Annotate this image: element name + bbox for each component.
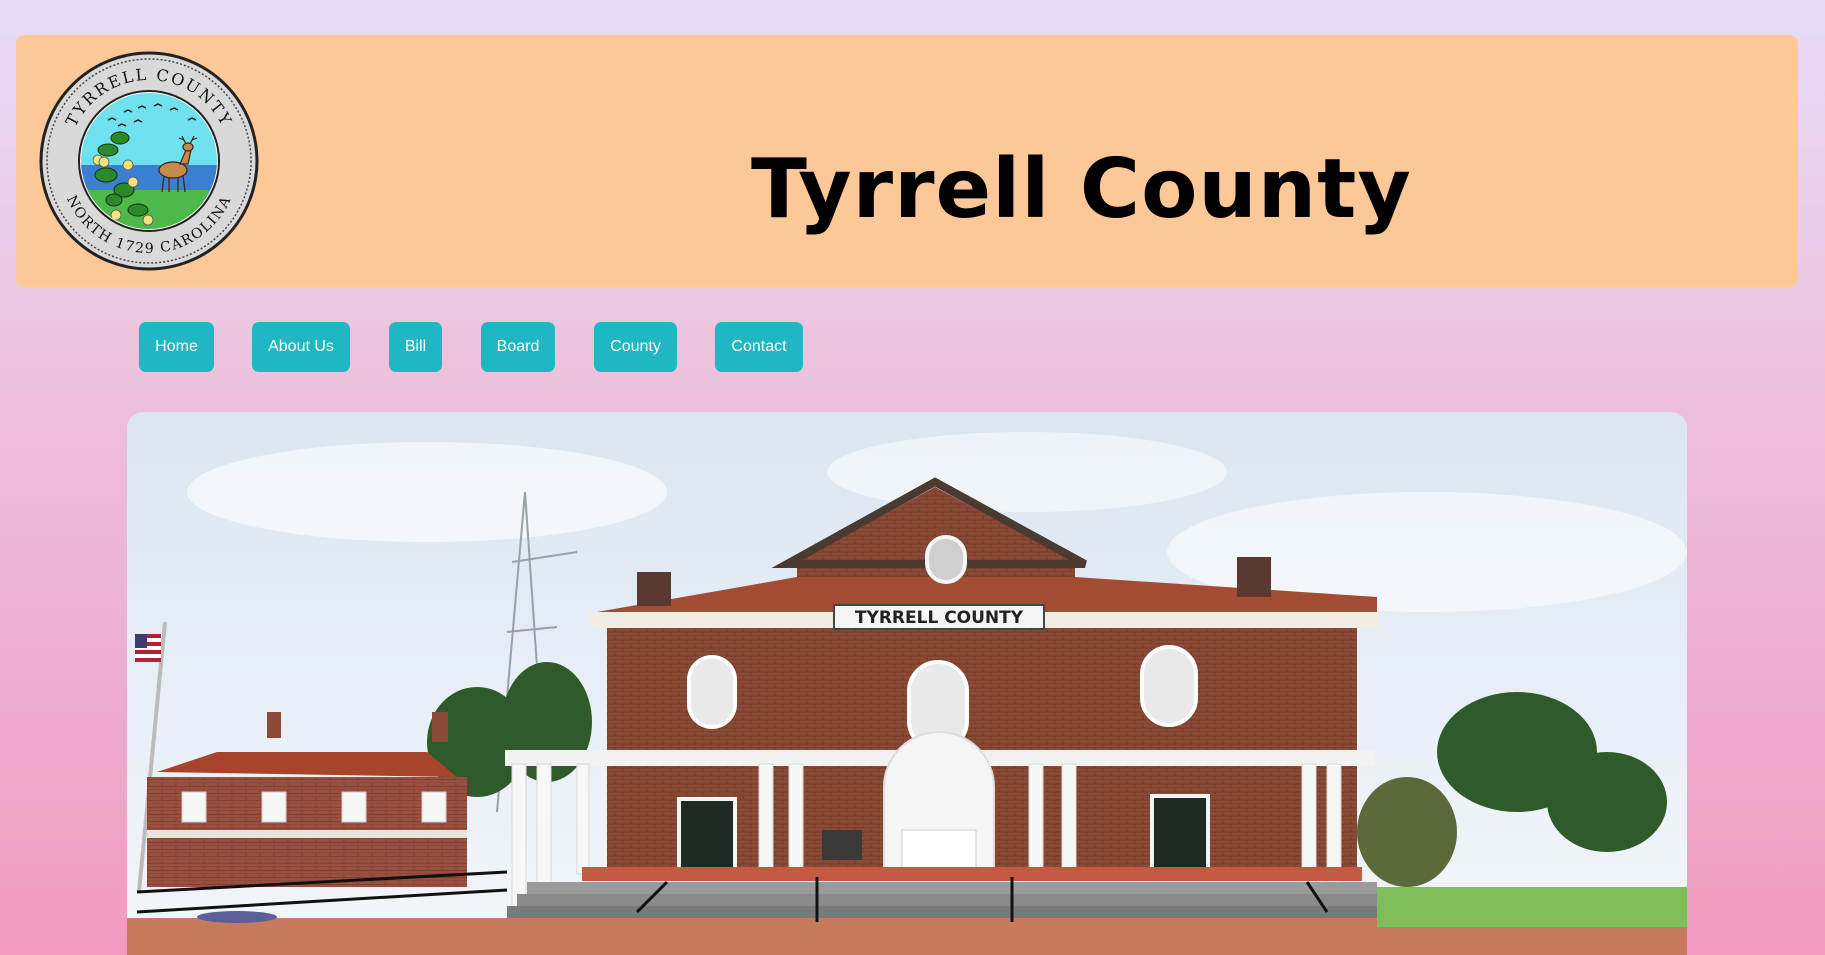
county-seal-logo[interactable]: TYRRELL COUNTY NORTH 1729 CAROLINA [38,50,260,272]
nav-about-us-button[interactable]: About Us [252,322,350,372]
nav-board-button[interactable]: Board [481,322,555,372]
courthouse-photo: TYRRELL COUNTY [127,412,1687,955]
nav-home-button[interactable]: Home [139,322,214,372]
hero-image: TYRRELL COUNTY [127,412,1687,955]
nav-contact-button[interactable]: Contact [715,322,803,372]
site-header: TYRRELL COUNTY NORTH 1729 CAROLINA Tyrre… [16,35,1798,287]
nav-county-button[interactable]: County [594,322,677,372]
nav-bill-button[interactable]: Bill [389,322,442,372]
courthouse-sign: TYRRELL COUNTY [855,608,1024,628]
us-flag [135,634,161,662]
site-title: Tyrrell County [751,142,1412,237]
